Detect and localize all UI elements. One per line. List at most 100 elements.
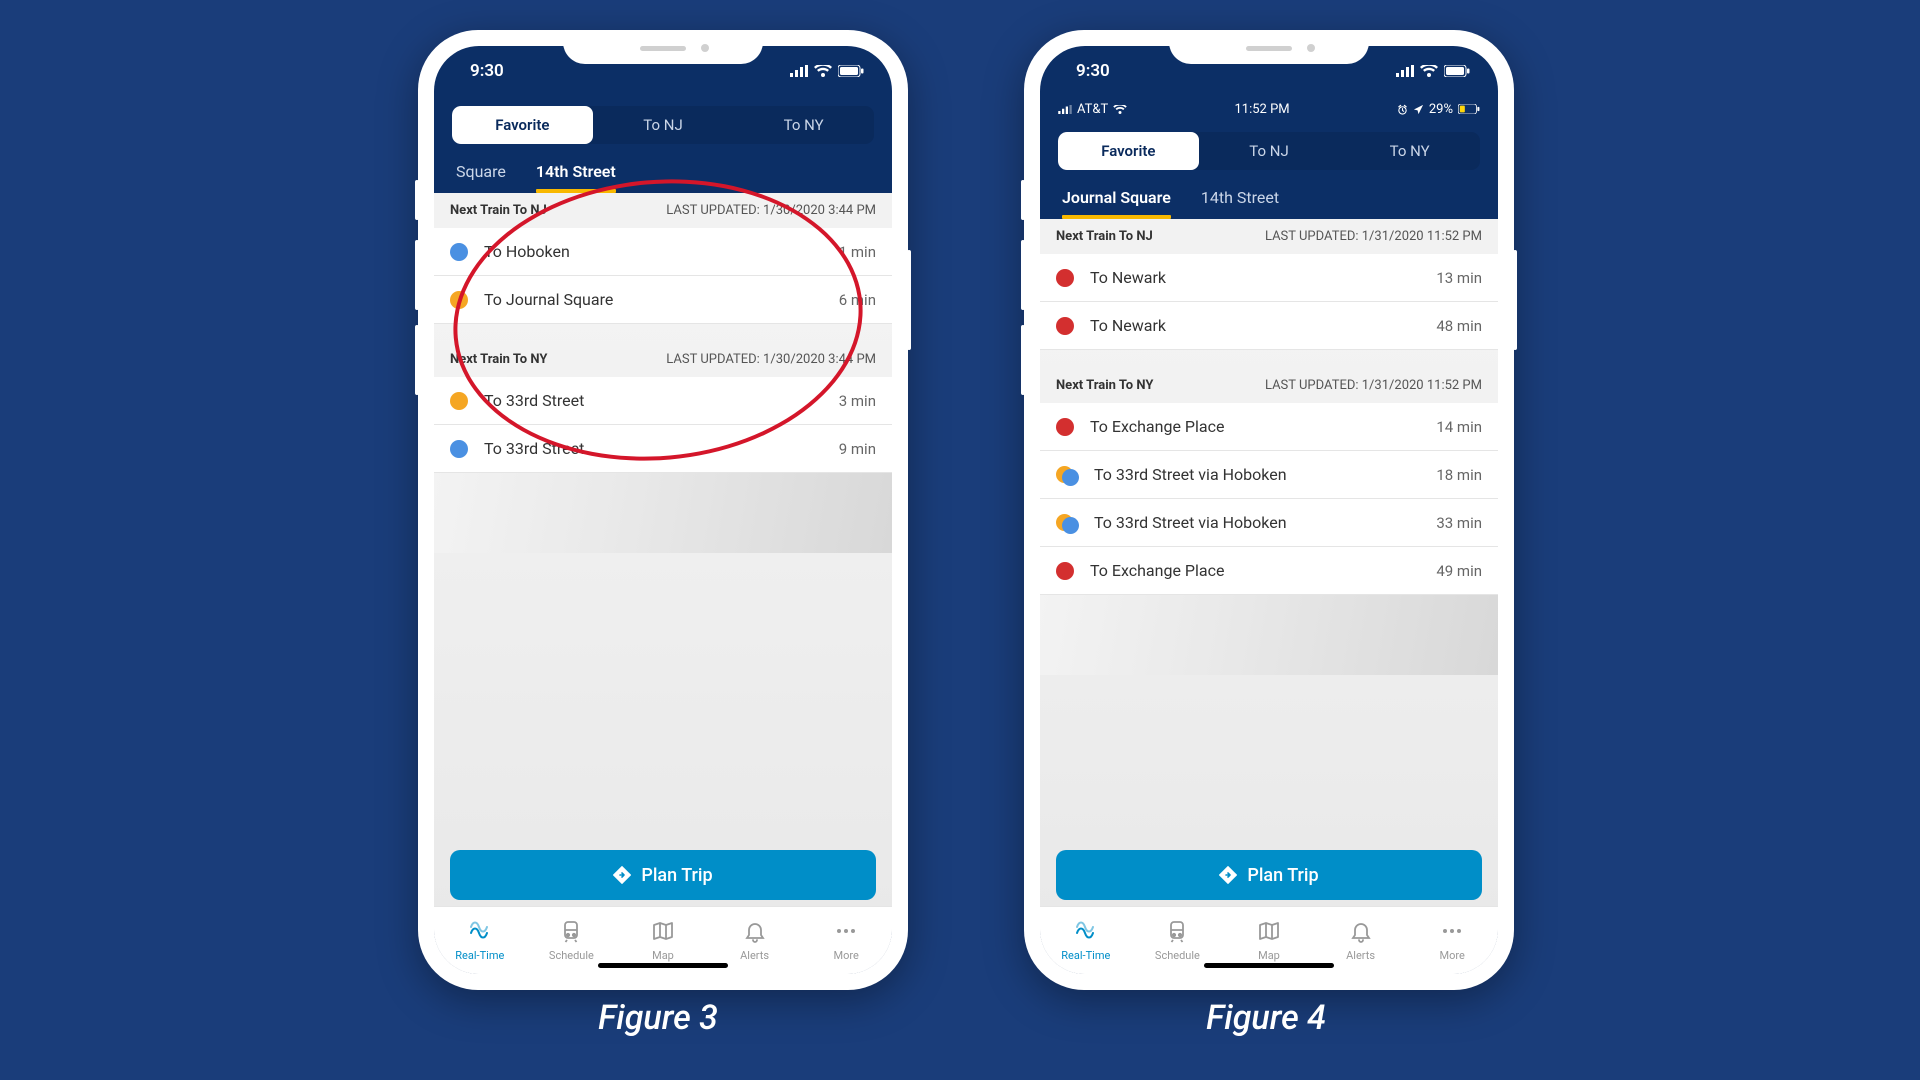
station-tab-right[interactable]: 14th Street [536,162,616,193]
train-row[interactable]: To Exchange Place49 min [1040,547,1498,595]
segment-to-ny[interactable]: To NY [733,106,874,144]
segment-favorite[interactable]: Favorite [452,106,593,144]
schedule-icon [1165,919,1189,946]
train-row[interactable]: To Hoboken1 min [434,228,892,276]
line-color-dot [1056,269,1074,287]
phone-mockup-figure-3: 9:30 Favorite To NJ To NY Square 14th St… [418,30,908,990]
segment-to-nj[interactable]: To NJ [1199,132,1340,170]
eta-label: 33 min [1436,514,1482,532]
tab-label: More [834,949,859,962]
tab-label: Map [652,949,674,962]
section-header: Next Train To NY LAST UPDATED: 1/31/2020 … [1040,368,1498,403]
tab-label: More [1440,949,1465,962]
alerts-icon [1349,919,1373,946]
eta-label: 3 min [839,392,876,410]
background-train-photo [434,473,892,553]
station-tab-left[interactable]: Square [456,162,506,193]
tab-more[interactable]: More [800,907,892,974]
map-icon [1257,919,1281,946]
eta-label: 13 min [1436,269,1482,287]
eta-label: 49 min [1436,562,1482,580]
destination-label: To Exchange Place [1090,561,1436,580]
plan-trip-label: Plan Trip [641,865,712,886]
background-train-photo [1040,595,1498,675]
line-color-dot [450,392,468,410]
wifi-icon [814,65,832,77]
line-color-dot [450,243,468,261]
plan-trip-label: Plan Trip [1247,865,1318,886]
line-color-dot [450,291,468,309]
line-color-dot [1056,466,1078,484]
train-row[interactable]: To Newark48 min [1040,302,1498,350]
segment-favorite[interactable]: Favorite [1058,132,1199,170]
line-color-dot [450,440,468,458]
eta-label: 1 min [839,243,876,261]
destination-label: To Newark [1090,316,1436,335]
home-indicator[interactable] [1204,963,1334,968]
eta-label: 6 min [839,291,876,309]
last-updated: LAST UPDATED: 1/31/2020 11:52 PM [1265,378,1482,393]
direction-segmented-control[interactable]: Favorite To NJ To NY [1058,132,1480,170]
station-tab-right[interactable]: 14th Street [1201,188,1279,219]
section-header: Next Train To NYLAST UPDATED: 1/30/2020 … [434,342,892,377]
tab-label: Map [1258,949,1280,962]
signal-icon [1396,65,1414,77]
direction-segmented-control[interactable]: Favorite To NJ To NY [452,106,874,144]
plan-trip-button[interactable]: Plan Trip [1056,850,1482,900]
plan-trip-button[interactable]: Plan Trip [450,850,876,900]
battery-icon [838,65,864,77]
section-title: Next Train To NJ [1056,229,1153,244]
line-color-dot [1056,317,1074,335]
station-tab-left[interactable]: Journal Square [1062,188,1171,219]
eta-label: 14 min [1436,418,1482,436]
alerts-icon [743,919,767,946]
destination-label: To 33rd Street via Hoboken [1094,513,1436,532]
train-row[interactable]: To 33rd Street via Hoboken18 min [1040,451,1498,499]
train-row[interactable]: To 33rd Street via Hoboken33 min [1040,499,1498,547]
status-time: 9:30 [470,61,504,81]
last-updated: LAST UPDATED: 1/30/2020 3:44 PM [666,352,876,367]
section-header: Next Train To NJ LAST UPDATED: 1/30/2020 … [434,193,892,228]
train-row[interactable]: To Journal Square6 min [434,276,892,324]
eta-label: 9 min [839,440,876,458]
battery-icon [1458,104,1480,114]
phone-mockup-figure-4: 9:30 AT&T 11:52 PM 29% [1024,30,1514,990]
tab-label: Real-Time [455,949,504,962]
segment-to-nj[interactable]: To NJ [593,106,734,144]
train-list[interactable]: Next Train To NJ LAST UPDATED: 1/30/2020 … [434,193,892,974]
destination-label: To Exchange Place [1090,417,1436,436]
section-title: Next Train To NY [1056,378,1153,393]
secondary-status-bar: AT&T 11:52 PM 29% [1040,96,1498,122]
destination-label: To 33rd Street via Hoboken [1094,465,1436,484]
location-icon [1413,104,1424,115]
directions-icon [613,866,631,884]
train-list[interactable]: Next Train To NJ LAST UPDATED: 1/31/2020 … [1040,219,1498,974]
phone-notch [563,30,763,64]
train-row[interactable]: To Newark13 min [1040,254,1498,302]
train-row[interactable]: To 33rd Street3 min [434,377,892,425]
caption-figure-4: Figure 4 [1166,998,1366,1038]
last-updated: LAST UPDATED: 1/30/2020 3:44 PM [666,203,876,218]
tab-more[interactable]: More [1406,907,1498,974]
signal-icon [790,65,808,77]
station-tabs[interactable]: Square 14th Street [434,150,892,193]
home-indicator[interactable] [598,963,728,968]
battery-icon [1444,65,1470,77]
tab-label: Real-Time [1061,949,1110,962]
train-row[interactable]: To 33rd Street9 min [434,425,892,473]
tab-label: Schedule [1155,949,1200,962]
section-title: Next Train To NJ [450,203,547,218]
realtime-icon [1074,919,1098,946]
tab-realtime[interactable]: Real-Time [434,907,526,974]
more-icon [1440,919,1464,946]
destination-label: To 33rd Street [484,439,839,458]
train-row[interactable]: To Exchange Place14 min [1040,403,1498,451]
more-icon [834,919,858,946]
signal-icon [1058,105,1072,114]
tab-label: Alerts [1346,949,1375,962]
carrier-label: AT&T [1077,102,1108,117]
directions-icon [1219,866,1237,884]
segment-to-ny[interactable]: To NY [1339,132,1480,170]
tab-realtime[interactable]: Real-Time [1040,907,1132,974]
station-tabs[interactable]: Journal Square 14th Street [1040,176,1498,219]
